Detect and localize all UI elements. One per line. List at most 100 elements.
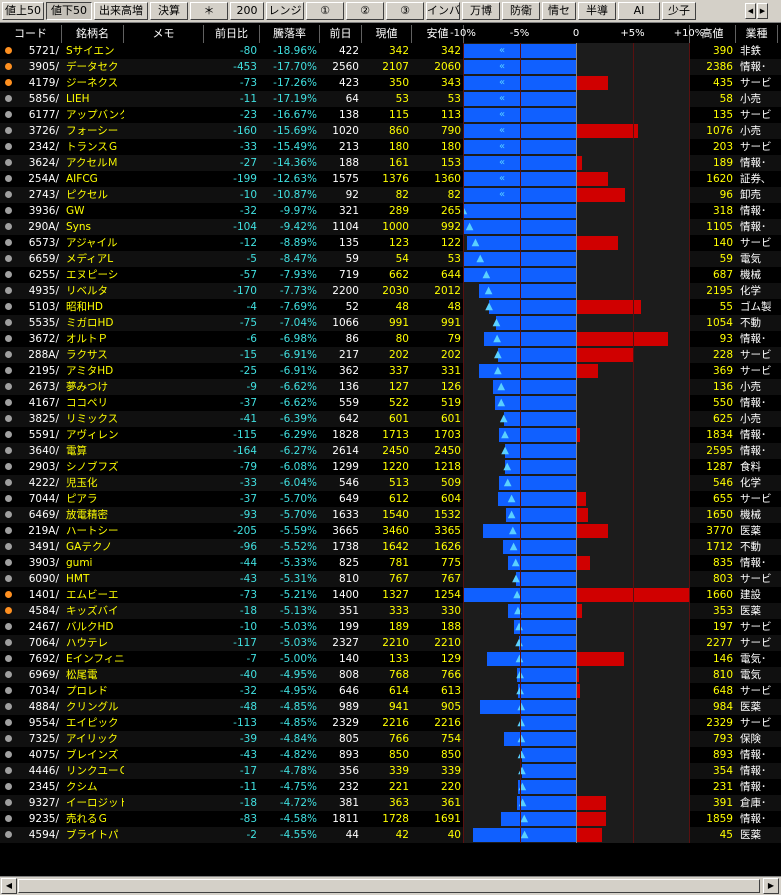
table-row[interactable]: 3491/GAテクノ -96 -5.52% 1738 1642 1626 ▲ 1712 不動 bbox=[0, 539, 781, 555]
triangle-up-icon: ▲ bbox=[497, 397, 506, 408]
table-row[interactable]: 290A/Syns -104 -9.42% 1104 1000 992 ▲ 1105 情報･ bbox=[0, 219, 781, 235]
header-prev[interactable]: 前日 bbox=[320, 25, 362, 43]
tab-9[interactable]: ③ bbox=[386, 2, 424, 20]
table-row[interactable]: 6659/メディアL -5 -8.47% 59 54 53 ▲ 59 電気 bbox=[0, 251, 781, 267]
cell-high: 803 bbox=[712, 573, 733, 585]
cell-sector: サービ bbox=[740, 573, 772, 585]
table-row[interactable]: 2673/夢みつけ -9 -6.62% 136 127 126 ▲ 136 小売 bbox=[0, 379, 781, 395]
table-row[interactable]: 7034/プロレド -32 -4.95% 646 614 613▲ 648 サービ bbox=[0, 683, 781, 699]
range-bar-cell: « bbox=[464, 123, 690, 139]
table-row[interactable]: 2345/クシム -11 -4.75% 232 221 220 ▲ 231 情報･ bbox=[0, 779, 781, 795]
cell-pct: -4.58% bbox=[279, 813, 317, 825]
table-row[interactable]: 3903/gumi -44 -5.33% 825 781 775 ▲ 835 情報･ bbox=[0, 555, 781, 571]
table-row[interactable]: 7325/アイリック -39 -4.84% 805 766 754 ▲ 793 保険 bbox=[0, 731, 781, 747]
table-row[interactable]: 5535/ミガロHD -75 -7.04% 1066 991 991 ▲ 1054 不動 bbox=[0, 315, 781, 331]
tab-12[interactable]: 防衛 bbox=[502, 2, 540, 20]
header-change[interactable]: 前日比 bbox=[204, 25, 260, 43]
table-row[interactable]: 9327/イーロジット -18 -4.72% 381 363 361 ▲ 391 倉庫･ bbox=[0, 795, 781, 811]
chevron-left-icon: « bbox=[498, 61, 506, 72]
table-row[interactable]: 6969/松尾電 -40 -4.95% 808 768 766▲ 810 電気 bbox=[0, 667, 781, 683]
table-row[interactable]: 219A/ハートシー -205 -5.59% 3665 3460 3365 ▲ 3770 医薬 bbox=[0, 523, 781, 539]
tab-7[interactable]: ① bbox=[306, 2, 344, 20]
table-row[interactable]: 4884/クリングル -48 -4.85% 989 941 905 ▲ 984 医薬 bbox=[0, 699, 781, 715]
tab-2[interactable]: 出来高増 bbox=[94, 2, 148, 20]
table-row[interactable]: 4584/キッズバイ -18 -5.13% 351 333 330 ▲ 353 医薬 bbox=[0, 603, 781, 619]
header-sector[interactable]: 業種 bbox=[736, 25, 778, 43]
table-row[interactable]: 288A/ラクサス -15 -6.91% 217 202 202 ▲ 228 サービ bbox=[0, 347, 781, 363]
table-row[interactable]: 3726/フォーシー -160 -15.69% 1020 860 790 « 1076 小売 bbox=[0, 123, 781, 139]
cell-prev: 217 bbox=[338, 349, 359, 361]
table-row[interactable]: 7064/ハウテレ-117-5.03%232722102210▲2277サービ bbox=[0, 635, 781, 651]
table-row[interactable]: 3825/リミックス -41 -6.39% 642 601 601 ▲ 625 小売 bbox=[0, 411, 781, 427]
table-row[interactable]: 4179/ジーネクス -73 -17.26% 423 350 343 « 435 サービ bbox=[0, 75, 781, 91]
table-row[interactable]: 7044/ピアラ -37 -5.70% 649 612 604 ▲ 655 サービ bbox=[0, 491, 781, 507]
cell-sector: 電気 bbox=[740, 253, 761, 265]
table-row[interactable]: 3936/GW -32 -9.97% 321 289 265▲ 318 情報･ bbox=[0, 203, 781, 219]
cell-code: 6969/ bbox=[28, 669, 59, 681]
table-row[interactable]: 3905/データセク -453 -17.70% 2560 2107 2060 « 2386 情報… bbox=[0, 59, 781, 75]
tab-5[interactable]: 200 bbox=[230, 2, 264, 20]
cell-prev: 422 bbox=[338, 45, 359, 57]
cell-change: -43 bbox=[239, 749, 257, 761]
tab-scroll-left-icon[interactable]: ◀ bbox=[745, 3, 756, 19]
table-row[interactable]: 2342/トランスＧ -33 -15.49% 213 180 180 « 203 サービ bbox=[0, 139, 781, 155]
tab-1[interactable]: 値下50 bbox=[46, 2, 92, 20]
header-code[interactable]: コード bbox=[0, 25, 62, 43]
table-row[interactable]: 2467/バルクHD -10 -5.03% 199 189 188▲ 197 サービ bbox=[0, 619, 781, 635]
tab-11[interactable]: 万博 bbox=[462, 2, 500, 20]
table-row[interactable]: 2903/シノブフズ -79 -6.08% 1299 1220 1218 ▲ 1287 食料 bbox=[0, 459, 781, 475]
table-row[interactable]: 6255/エヌピーシ -57 -7.93% 719 662 644 ▲ 687 機械 bbox=[0, 267, 781, 283]
cell-prev: 92 bbox=[345, 189, 359, 201]
table-row[interactable]: 4935/リベルタ -170 -7.73% 2200 2030 2012 ▲ 2195 化学 bbox=[0, 283, 781, 299]
tab-scroll-right-icon[interactable]: ▶ bbox=[757, 3, 768, 19]
scroll-right-arrow-icon[interactable]: ▶ bbox=[763, 878, 779, 894]
header-pct[interactable]: 騰落率 bbox=[260, 25, 320, 43]
table-row[interactable]: 254A/AIFCG -199 -12.63% 1575 1376 1360 « 1620 証券… bbox=[0, 171, 781, 187]
tab-16[interactable]: 少子 bbox=[662, 2, 696, 20]
header-memo[interactable]: メモ bbox=[124, 25, 204, 43]
table-row[interactable]: 6177/アップバンク -23 -16.67% 138 115 113 « 135 サービ bbox=[0, 107, 781, 123]
tab-14[interactable]: 半導 bbox=[578, 2, 616, 20]
table-row[interactable]: 9235/売れるＧ -83 -4.58% 1811 1728 1691 ▲ 1859 情報･ bbox=[0, 811, 781, 827]
tab-0[interactable]: 値上50 bbox=[2, 2, 44, 20]
table-row[interactable]: 4167/ココペリ -37 -6.62% 559 522 519 ▲ 550 情報･ bbox=[0, 395, 781, 411]
table-row[interactable]: 5721/Sサイエン -80 -18.96% 422 342 342 « 390 非鉄 bbox=[0, 43, 781, 59]
scrollbar-thumb[interactable] bbox=[18, 879, 760, 893]
table-row[interactable]: 6090/HMT -43 -5.31% 810 767 767 ▲ 803 サービ bbox=[0, 571, 781, 587]
table-row[interactable]: 7692/Eインフィニ -7 -5.00% 140 133 129▲ 146 電気･ bbox=[0, 651, 781, 667]
header-price[interactable]: 現値 bbox=[362, 25, 412, 43]
header-name[interactable]: 銘柄名 bbox=[62, 25, 124, 43]
tab-15[interactable]: AI bbox=[618, 2, 660, 20]
cell-sector: サービ bbox=[740, 621, 772, 633]
tab-6[interactable]: レンジ bbox=[266, 2, 304, 20]
tab-8[interactable]: ② bbox=[346, 2, 384, 20]
cell-price: 80 bbox=[395, 333, 409, 345]
table-row[interactable]: 3624/アクセルＭ -27 -14.36% 188 161 153 « 189 情報･ bbox=[0, 155, 781, 171]
cell-low: 330 bbox=[440, 605, 461, 617]
table-row[interactable]: 9554/エイピック -113 -4.85% 2329 2216 2216 ▲ 2329 サービ bbox=[0, 715, 781, 731]
table-row[interactable]: 5591/アヴィレン -115 -6.29% 1828 1713 1703 ▲ 1834 情報･ bbox=[0, 427, 781, 443]
table-row[interactable]: 1401/エムビーエ -73 -5.21% 1400 1327 1254 ▲ 1660 建設 bbox=[0, 587, 781, 603]
cell-change: -160 bbox=[233, 125, 257, 137]
table-row[interactable]: 3672/オルトＰ -6 -6.98% 86 80 79 ▲ 93 情報･ bbox=[0, 331, 781, 347]
table-row[interactable]: 6573/アジャイル -12 -8.89% 135 123 122 ▲ 140 サービ bbox=[0, 235, 781, 251]
tab-4[interactable]: ＊ bbox=[190, 2, 228, 20]
tab-3[interactable]: 決算 bbox=[150, 2, 188, 20]
cell-prev: 810 bbox=[338, 573, 359, 585]
tab-10[interactable]: インバ bbox=[426, 2, 460, 20]
table-row[interactable]: 5103/昭和HD -4 -7.69% 52 48 48 ▲ 55 ゴム製 bbox=[0, 299, 781, 315]
table-row[interactable]: 2195/アミタHD -25 -6.91% 362 337 331 ▲ 369 サービ bbox=[0, 363, 781, 379]
tab-13[interactable]: 情セ bbox=[542, 2, 576, 20]
table-row[interactable]: 4222/児玉化 -33 -6.04% 546 513 509 ▲ 546 化学 bbox=[0, 475, 781, 491]
table-row[interactable]: 4446/リンクユーＧ -17 -4.78% 356 339 339 ▲ 354 情報･ bbox=[0, 763, 781, 779]
table-row[interactable]: 4594/ブライトパ -2 -4.55% 44 42 40 ▲ 45 医薬 bbox=[0, 827, 781, 843]
chevron-left-icon: « bbox=[498, 189, 506, 200]
scroll-left-arrow-icon[interactable]: ◀ bbox=[1, 878, 17, 894]
table-row[interactable]: 4075/ブレインズ -43 -4.82% 893 850 850 ▲ 893 情報･ bbox=[0, 747, 781, 763]
table-row[interactable]: 2743/ピクセル -10 -10.87% 92 82 82 « 96 卸売 bbox=[0, 187, 781, 203]
horizontal-scrollbar[interactable]: ◀ ▶ bbox=[0, 876, 781, 895]
table-row[interactable]: 3640/電算 -164 -6.27% 2614 2450 2450 ▲ 2595 情報･ bbox=[0, 443, 781, 459]
table-row[interactable]: 6469/放電精密 -93 -5.70% 1633 1540 1532 ▲ 1650 機械 bbox=[0, 507, 781, 523]
table-row[interactable]: 5856/LIEH -11 -17.19% 64 53 53 « 58 小売 bbox=[0, 91, 781, 107]
down-bar bbox=[505, 444, 576, 458]
